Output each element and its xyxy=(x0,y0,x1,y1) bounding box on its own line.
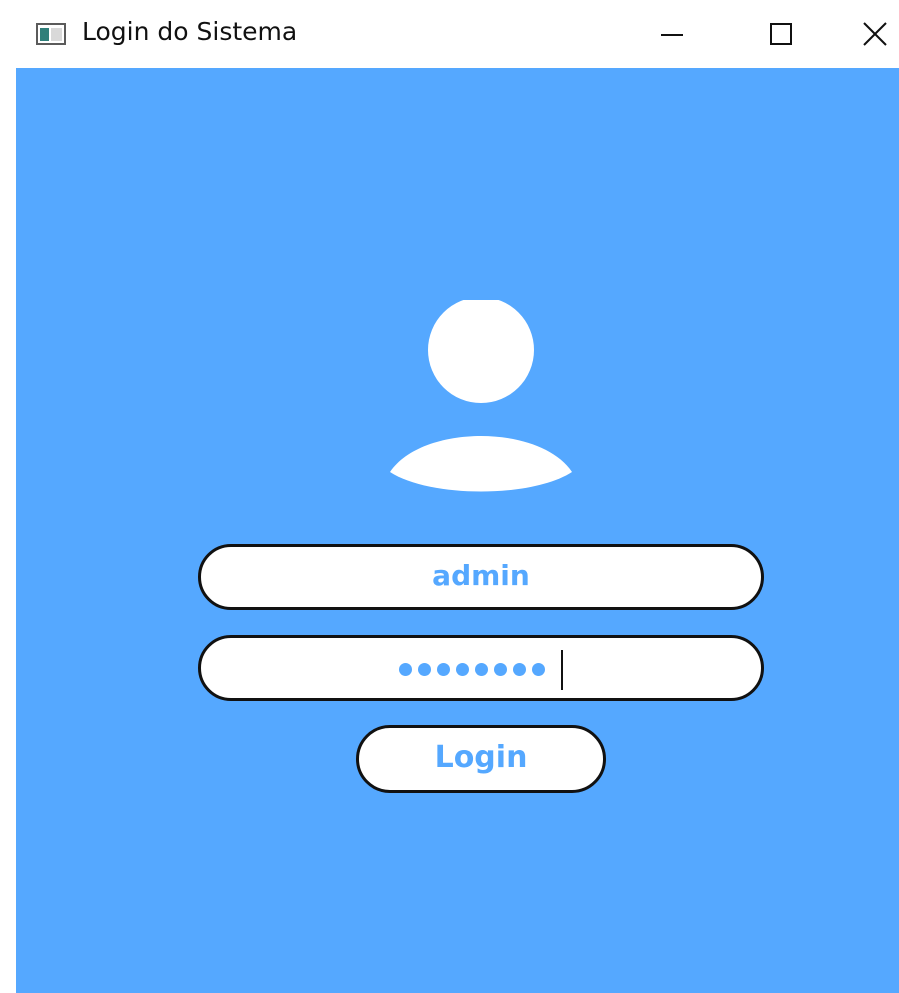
password-dot xyxy=(437,663,450,676)
window-title: Login do Sistema xyxy=(82,17,298,46)
username-input[interactable]: admin xyxy=(198,544,764,610)
login-button[interactable]: Login xyxy=(356,725,606,793)
password-dot xyxy=(456,663,469,676)
user-icon xyxy=(390,300,572,492)
password-dot xyxy=(513,663,526,676)
password-dot xyxy=(399,663,412,676)
password-dot xyxy=(418,663,431,676)
password-dot xyxy=(494,663,507,676)
maximize-button[interactable] xyxy=(757,10,805,58)
close-button[interactable] xyxy=(851,10,899,58)
password-dot xyxy=(475,663,488,676)
login-window: Login do Sistema admin Login xyxy=(16,0,899,993)
title-bar[interactable]: Login do Sistema xyxy=(16,0,899,68)
password-dot xyxy=(532,663,545,676)
username-value: admin xyxy=(432,559,530,592)
text-cursor xyxy=(561,650,563,690)
password-mask xyxy=(399,663,545,676)
minimize-button[interactable] xyxy=(648,10,696,58)
login-panel: admin Login xyxy=(16,68,899,993)
minimize-icon xyxy=(661,34,683,36)
close-icon xyxy=(863,22,887,46)
app-window-icon xyxy=(36,23,66,45)
maximize-icon xyxy=(770,23,792,45)
password-input[interactable] xyxy=(198,635,764,701)
